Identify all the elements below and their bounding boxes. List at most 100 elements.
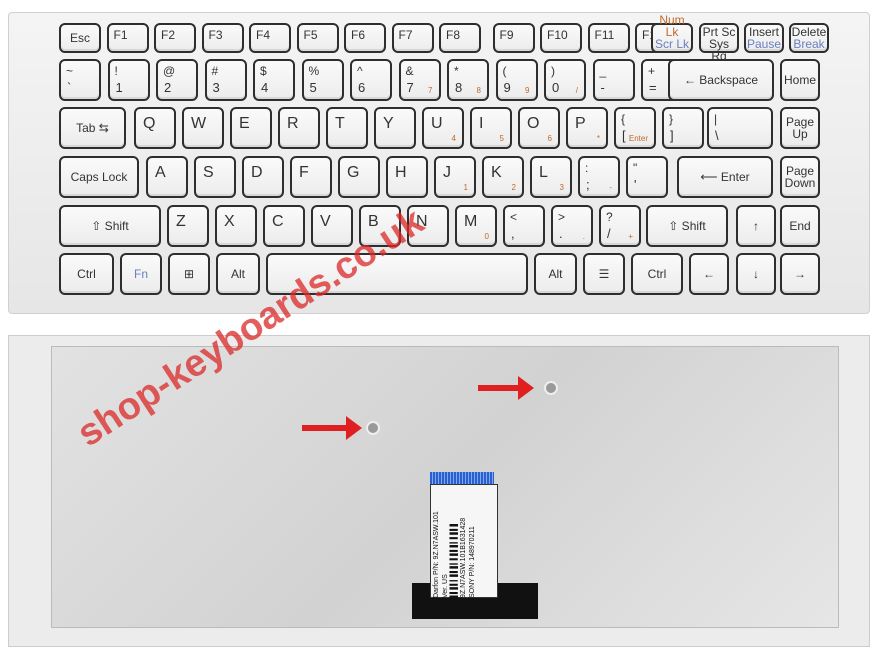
key-symbol[interactable]: ^ 6 [350, 59, 392, 101]
key-k[interactable]: K2 [482, 156, 524, 198]
key-symbol[interactable]: (9 9 [495, 59, 538, 101]
key-m[interactable]: M0 [455, 205, 497, 247]
key-symbol[interactable]: % 5 [301, 59, 344, 101]
key-legend: F10 [547, 28, 568, 42]
key-symbol[interactable]: ↓ [736, 253, 776, 295]
key-symbol[interactable]: ☰ [583, 253, 625, 295]
key-legend: { [621, 112, 626, 126]
key-l[interactable]: L3 [530, 156, 572, 198]
key-f8[interactable]: F8 [439, 23, 481, 53]
key-legend: L [539, 164, 548, 181]
key-p[interactable]: P * [566, 107, 608, 149]
key-f2[interactable]: F2 [154, 23, 196, 53]
key-symbol[interactable]: :; - [578, 156, 620, 198]
key-tab[interactable]: Tab ⇆ [59, 107, 126, 149]
key-f1[interactable]: F1 [106, 23, 149, 53]
key-legend: F2 [161, 28, 176, 42]
key-legend: $ [260, 64, 267, 78]
key-symbol[interactable]: >.. [551, 205, 593, 247]
key-symbol[interactable]: #3 [204, 59, 247, 101]
key-symbol[interactable]: ⊞ [168, 253, 210, 295]
key-fn[interactable]: Fn [120, 253, 162, 295]
key-legend: 6 [547, 134, 552, 143]
key-legend: ! [114, 64, 118, 78]
key-symbol[interactable]: → [780, 253, 820, 295]
key-x[interactable]: X [215, 205, 257, 247]
key-symbol[interactable]: _ - [592, 59, 635, 101]
key-legend: Alt [230, 267, 245, 281]
key-f7[interactable]: F7 [391, 23, 434, 53]
key-legend: # [211, 64, 219, 78]
key-f4[interactable]: F4 [249, 23, 291, 53]
key-r[interactable]: R [278, 107, 320, 149]
key-f5[interactable]: F5 [296, 23, 339, 53]
key-symbol[interactable]: @2 [156, 59, 198, 101]
key-legend: 8 [476, 86, 481, 95]
key-o[interactable]: O6 [518, 107, 560, 149]
key-g[interactable]: G [338, 156, 380, 198]
key-c[interactable]: C [263, 205, 305, 247]
key-legend: ↓ [753, 267, 759, 281]
key-alt[interactable]: Alt [534, 253, 577, 295]
key-legend: _ [599, 64, 607, 78]
key-page[interactable]: Page Down [780, 156, 820, 198]
key-f6[interactable]: F6 [344, 23, 386, 53]
key-page[interactable]: Page Up [780, 107, 820, 149]
key-a[interactable]: A [146, 156, 188, 198]
key-backspace[interactable]: ← Backspace [668, 59, 774, 101]
key-f11[interactable]: F11 [587, 23, 630, 53]
key-legend: ← Backspace [683, 73, 759, 87]
key-e[interactable]: E [230, 107, 272, 149]
key-f10[interactable]: F10 [540, 23, 582, 53]
key-symbol[interactable]: ← [689, 253, 729, 295]
key-symbol[interactable]: * 8 8 [447, 59, 489, 101]
key-z[interactable]: Z [167, 205, 209, 247]
key-legend: . [559, 226, 563, 241]
key-s[interactable]: S [194, 156, 236, 198]
key-symbol[interactable]: ! 1 [107, 59, 150, 101]
key-i[interactable]: I5 [470, 107, 512, 149]
key-ctrl[interactable]: Ctrl [59, 253, 114, 295]
key-legend: ← [703, 267, 715, 281]
key-q[interactable]: Q [134, 107, 176, 149]
key-legend: S [203, 164, 214, 181]
key-j[interactable]: J1 [434, 156, 476, 198]
key-symbol[interactable]: | \ [707, 107, 773, 149]
key-legend: 3 [559, 183, 564, 192]
key-end[interactable]: End [780, 205, 820, 247]
key-t[interactable]: T [326, 107, 368, 149]
key-legend: Z [176, 213, 186, 230]
key-shift[interactable]: ⇧ Shift [59, 205, 161, 247]
key-f[interactable]: F [290, 156, 332, 198]
key-symbol[interactable]: ) 0 / [544, 59, 586, 101]
key-esc[interactable]: Esc [59, 23, 101, 53]
key-shift[interactable]: ⇧ Shift [646, 205, 728, 247]
key-symbol[interactable]: " ' [626, 156, 668, 198]
key-u[interactable]: U4 [422, 107, 464, 149]
key-ctrl[interactable]: Ctrl [631, 253, 683, 295]
key-symbol[interactable]: {[Enter [614, 107, 656, 149]
key-insert[interactable]: Insert Pause [744, 23, 784, 53]
key-symbol[interactable]: & 7 7 [398, 59, 441, 101]
key-caps-lock[interactable]: Caps Lock [59, 156, 139, 198]
key-symbol[interactable]: ? / + [599, 205, 641, 247]
key-symbol[interactable]: <, [503, 205, 545, 247]
key-legend: 1 [463, 183, 468, 192]
key-delete[interactable]: Delete Break [789, 23, 829, 53]
key-legend: Q [143, 115, 156, 132]
key-f3[interactable]: F3 [201, 23, 244, 53]
key-num-lk[interactable]: Num Lk Scr Lk [651, 14, 693, 53]
key-y[interactable]: Y [374, 107, 416, 149]
key-symbol[interactable]: ↑ [736, 205, 776, 247]
key-symbol[interactable]: $4 [253, 59, 295, 101]
key-alt[interactable]: Alt [216, 253, 260, 295]
key-f9[interactable]: F9 [492, 23, 535, 53]
key-d[interactable]: D [242, 156, 284, 198]
key-w[interactable]: W [182, 107, 224, 149]
key-enter[interactable]: ⟵ Enter [677, 156, 773, 198]
key-prt-sc[interactable]: Prt Sc Sys Rq [699, 23, 739, 62]
key-symbol[interactable]: }] [662, 107, 704, 149]
key-symbol[interactable]: ~ ` [59, 59, 101, 101]
key-h[interactable]: H [386, 156, 428, 198]
key-home[interactable]: Home [780, 59, 820, 101]
